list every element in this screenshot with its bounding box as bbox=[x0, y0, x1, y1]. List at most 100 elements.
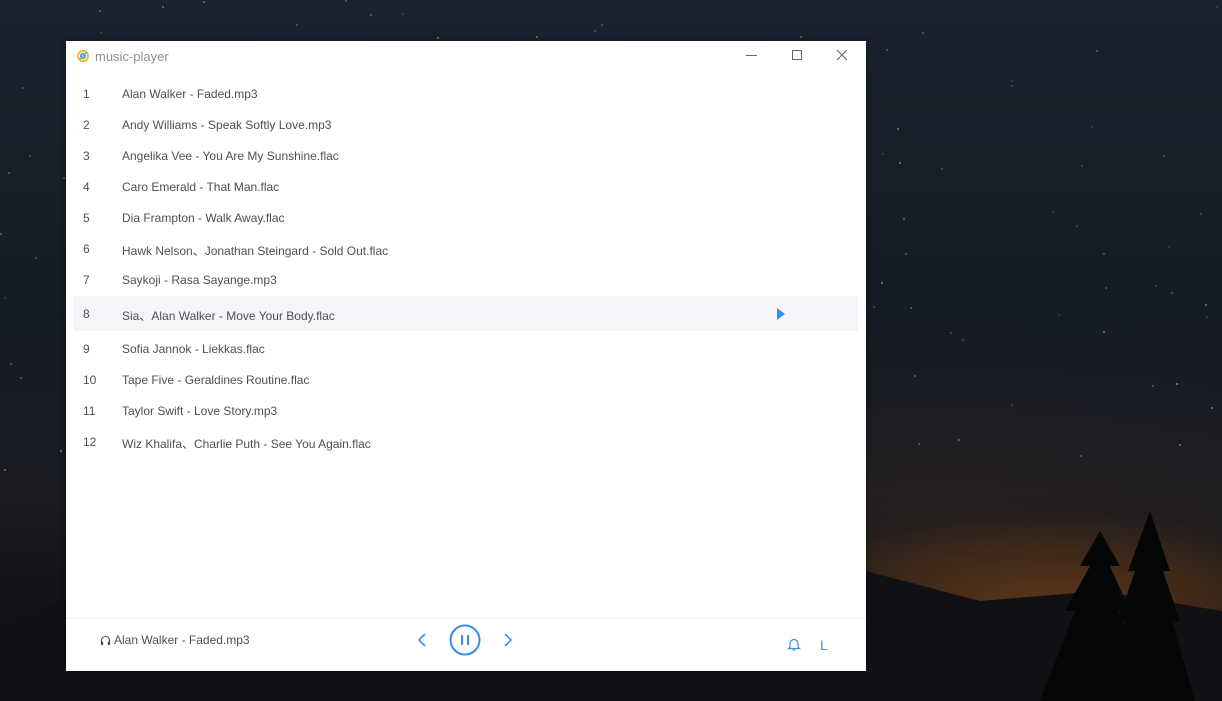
star bbox=[873, 306, 875, 308]
star bbox=[1168, 246, 1170, 248]
star bbox=[1058, 314, 1060, 316]
star bbox=[594, 30, 596, 32]
star bbox=[905, 253, 907, 255]
track-name: Taylor Swift - Love Story.mp3 bbox=[122, 404, 278, 418]
track-name: Sia、Alan Walker - Move Your Body.flac bbox=[122, 309, 335, 323]
star bbox=[1105, 287, 1107, 289]
track-name: Alan Walker - Faded.mp3 bbox=[122, 87, 258, 101]
star bbox=[1091, 126, 1093, 128]
track-name: Angelika Vee - You Are My Sunshine.flac bbox=[122, 149, 339, 163]
star bbox=[29, 155, 31, 157]
star bbox=[370, 14, 372, 16]
track-number: 3 bbox=[83, 149, 90, 163]
star bbox=[897, 128, 899, 130]
star bbox=[1152, 385, 1154, 387]
title-bar: music-player bbox=[66, 41, 866, 71]
play-icon[interactable] bbox=[776, 307, 786, 321]
track-name: Saykoji - Rasa Sayange.mp3 bbox=[122, 273, 277, 287]
close-button[interactable] bbox=[820, 41, 865, 71]
playlist-row[interactable]: 5 Dia Frampton - Walk Away.flac bbox=[74, 202, 858, 233]
star bbox=[1081, 165, 1083, 167]
track-number: 9 bbox=[83, 342, 90, 356]
star bbox=[910, 307, 912, 309]
star bbox=[601, 24, 603, 26]
playlist-row[interactable]: 6 Hawk Nelson、Jonathan Steingard - Sold … bbox=[74, 233, 858, 264]
player-bar: Alan Walker - Faded.mp3 L bbox=[66, 618, 866, 671]
star bbox=[962, 339, 964, 341]
star bbox=[1080, 455, 1082, 457]
playlist-row[interactable]: 1 Alan Walker - Faded.mp3 bbox=[74, 78, 858, 109]
bell-icon[interactable] bbox=[787, 637, 801, 652]
star bbox=[899, 162, 901, 164]
star bbox=[1011, 80, 1013, 82]
track-number: 10 bbox=[83, 373, 97, 387]
track-number: 12 bbox=[83, 435, 97, 449]
playlist-row[interactable]: 7 Saykoji - Rasa Sayange.mp3 bbox=[74, 264, 858, 295]
star bbox=[1163, 155, 1165, 157]
star bbox=[1179, 444, 1181, 446]
track-number: 11 bbox=[83, 404, 96, 418]
playlist-row[interactable]: 2 Andy Williams - Speak Softly Love.mp3 bbox=[74, 109, 858, 140]
close-icon bbox=[836, 49, 848, 61]
playlist-row-hovered[interactable]: 8 Sia、Alan Walker - Move Your Body.flac bbox=[74, 296, 858, 331]
star bbox=[60, 450, 62, 452]
star bbox=[903, 218, 905, 220]
pause-circle-icon[interactable] bbox=[449, 624, 481, 656]
track-number: 6 bbox=[83, 242, 90, 256]
star bbox=[1011, 85, 1013, 87]
playlist-row[interactable]: 12 Wiz Khalifa、Charlie Puth - See You Ag… bbox=[74, 426, 858, 457]
star bbox=[886, 49, 888, 51]
now-playing: Alan Walker - Faded.mp3 bbox=[100, 633, 250, 647]
star bbox=[1103, 331, 1105, 333]
playlist-row[interactable]: 4 Caro Emerald - That Man.flac bbox=[74, 171, 858, 202]
track-number: 5 bbox=[83, 211, 90, 225]
minimize-button[interactable] bbox=[730, 41, 775, 71]
star bbox=[10, 363, 12, 365]
star bbox=[941, 168, 943, 170]
music-player-window: music-player 1 Alan Walker - Faded.mp3 2… bbox=[66, 41, 866, 671]
track-name: Hawk Nelson、Jonathan Steingard - Sold Ou… bbox=[122, 244, 389, 258]
star bbox=[1211, 407, 1213, 409]
star bbox=[1155, 285, 1157, 287]
star bbox=[100, 32, 102, 34]
star bbox=[881, 282, 883, 284]
star bbox=[536, 36, 538, 38]
playlist-row[interactable]: 11 Taylor Swift - Love Story.mp3 bbox=[74, 395, 858, 426]
star bbox=[1171, 292, 1173, 294]
playlist: 1 Alan Walker - Faded.mp3 2 Andy William… bbox=[74, 78, 858, 457]
star bbox=[958, 439, 960, 441]
track-number: 8 bbox=[83, 307, 90, 321]
track-number: 2 bbox=[83, 118, 90, 132]
star bbox=[35, 257, 37, 259]
play-mode-button[interactable]: L bbox=[820, 637, 828, 653]
track-name: Dia Frampton - Walk Away.flac bbox=[122, 211, 285, 225]
chevron-left-icon[interactable] bbox=[414, 632, 430, 648]
star bbox=[22, 87, 24, 89]
track-name: Caro Emerald - That Man.flac bbox=[122, 180, 280, 194]
chevron-right-icon[interactable] bbox=[500, 632, 516, 648]
star bbox=[4, 297, 6, 299]
star bbox=[918, 443, 920, 445]
star bbox=[8, 172, 10, 174]
app-logo-icon bbox=[77, 50, 89, 62]
playlist-row[interactable]: 10 Tape Five - Geraldines Routine.flac bbox=[74, 364, 858, 395]
minimize-icon bbox=[746, 55, 757, 56]
playlist-row[interactable]: 3 Angelika Vee - You Are My Sunshine.fla… bbox=[74, 140, 858, 171]
star bbox=[20, 377, 22, 379]
star bbox=[1176, 383, 1178, 385]
playlist-row[interactable]: 9 Sofia Jannok - Liekkas.flac bbox=[74, 333, 858, 364]
star bbox=[1076, 225, 1078, 227]
star bbox=[345, 0, 347, 2]
star bbox=[162, 6, 164, 8]
maximize-button[interactable] bbox=[775, 41, 820, 71]
star bbox=[203, 1, 205, 3]
star bbox=[1052, 211, 1054, 213]
track-name: Wiz Khalifa、Charlie Puth - See You Again… bbox=[122, 437, 371, 451]
star bbox=[922, 32, 924, 34]
star bbox=[800, 36, 802, 38]
star bbox=[437, 37, 439, 39]
window-title: music-player bbox=[95, 49, 169, 64]
track-name: Andy Williams - Speak Softly Love.mp3 bbox=[122, 118, 332, 132]
star bbox=[882, 153, 884, 155]
headphones-icon bbox=[100, 635, 111, 646]
